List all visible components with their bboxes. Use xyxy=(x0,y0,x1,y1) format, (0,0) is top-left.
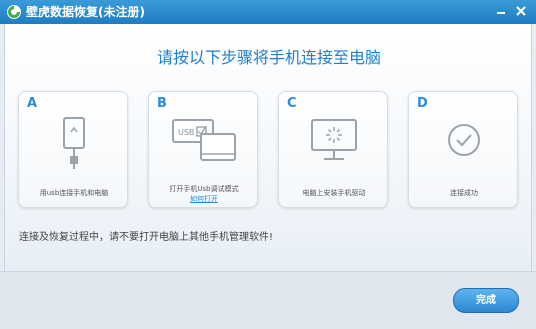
monitor-loading-icon xyxy=(311,119,357,160)
step-card-c: C 电脑上安装手机驱动 xyxy=(278,91,388,208)
done-button[interactable]: 完成 xyxy=(453,288,519,313)
gecko-logo-icon xyxy=(7,5,21,19)
step-letter: D xyxy=(417,96,428,111)
close-icon xyxy=(516,6,526,16)
window-title: 壁虎数据恢复(未注册) xyxy=(26,5,145,19)
warning-notice: 连接及恢复过程中，请不要打开电脑上其他手机管理软件! xyxy=(19,232,274,243)
how-to-open-link[interactable]: 如何打开 xyxy=(151,194,257,204)
step-card-a: A 用usb连接手机和电脑 xyxy=(18,91,128,208)
app-window: 壁虎数据恢复(未注册) 请按以下步骤将手机连接至电脑 A 用usb连接手机和电脑 xyxy=(0,0,536,329)
step-label: 连接成功 xyxy=(450,189,478,197)
step-letter: C xyxy=(287,96,297,111)
step-card-b: B USB 打开手机Usb调试模式 如何打开 xyxy=(148,91,258,208)
close-button[interactable] xyxy=(512,3,530,19)
step-label: 用usb连接手机和电脑 xyxy=(39,189,109,197)
phone-usb-icon xyxy=(63,117,85,169)
svg-text:USB: USB xyxy=(178,128,194,137)
minimize-icon xyxy=(497,12,505,14)
step-letter: B xyxy=(157,96,167,111)
step-label: 打开手机Usb调试模式 xyxy=(169,185,239,193)
usb-debug-icon: USB xyxy=(172,119,236,161)
check-circle-icon xyxy=(448,124,480,156)
page-heading: 请按以下步骤将手机连接至电脑 xyxy=(156,48,381,67)
step-card-d: D 连接成功 xyxy=(408,91,518,208)
step-letter: A xyxy=(27,96,38,111)
main-panel: 请按以下步骤将手机连接至电脑 A 用usb连接手机和电脑 B USB 打开手机U… xyxy=(4,24,532,271)
minimize-button[interactable] xyxy=(492,3,510,19)
step-label: 电脑上安装手机驱动 xyxy=(302,189,366,197)
footer-bar: 完成 xyxy=(0,271,536,329)
title-bar[interactable]: 壁虎数据恢复(未注册) xyxy=(0,0,536,24)
